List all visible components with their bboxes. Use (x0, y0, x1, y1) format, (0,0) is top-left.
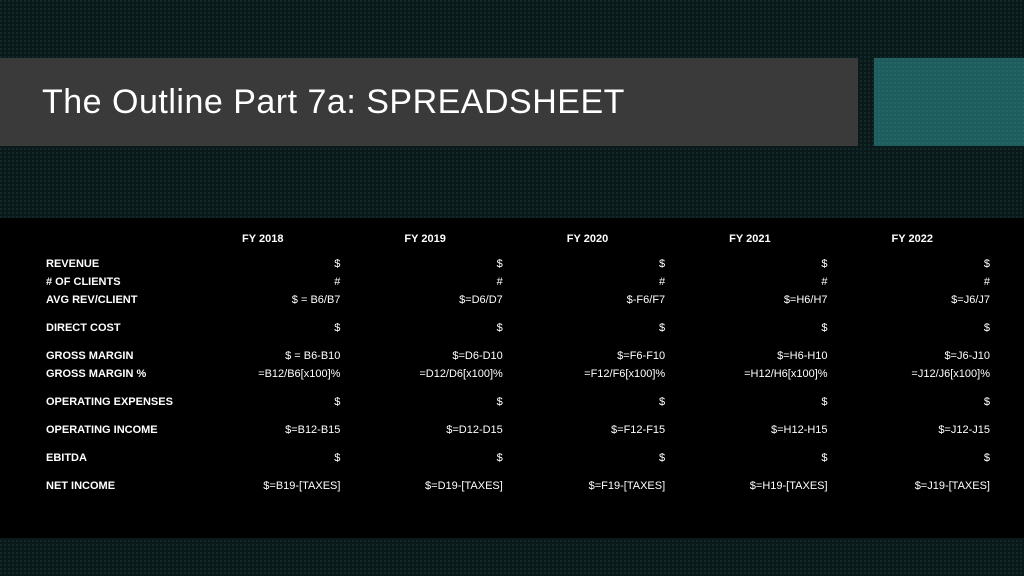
cell-value: $ (344, 319, 506, 337)
data-row: OPERATING EXPENSES$$$$$ (42, 393, 994, 411)
year-header: FY 2020 (507, 230, 669, 255)
row-label: NET INCOME (42, 477, 182, 495)
gap-row (42, 411, 994, 421)
row-label: GROSS MARGIN % (42, 365, 182, 383)
cell-value: $=J6-J10 (832, 347, 994, 365)
gap-row (42, 467, 994, 477)
cell-value: $ (182, 319, 344, 337)
cell-value: $ (507, 393, 669, 411)
row-label: DIRECT COST (42, 319, 182, 337)
title-band: The Outline Part 7a: SPREADSHEET (0, 58, 858, 146)
header-row: FY 2018FY 2019FY 2020FY 2021FY 2022 (42, 230, 994, 255)
cell-value: $ (507, 255, 669, 273)
row-label: REVENUE (42, 255, 182, 273)
cell-value: # (344, 273, 506, 291)
cell-value: $ (507, 449, 669, 467)
data-row: DIRECT COST$$$$$ (42, 319, 994, 337)
cell-value: $ (669, 449, 831, 467)
cell-value: $-F6/F7 (507, 291, 669, 309)
cell-value: $ (832, 393, 994, 411)
cell-value: $=J6/J7 (832, 291, 994, 309)
cell-value: $ (669, 255, 831, 273)
row-label: EBITDA (42, 449, 182, 467)
cell-value: $=D6-D10 (344, 347, 506, 365)
cell-value: =D12/D6[x100]% (344, 365, 506, 383)
accent-block (874, 58, 1024, 146)
cell-value: $ (832, 449, 994, 467)
cell-value: $=H12-H15 (669, 421, 831, 439)
data-row: REVENUE$$$$$ (42, 255, 994, 273)
cell-value: $=D12-D15 (344, 421, 506, 439)
cell-value: $=F6-F10 (507, 347, 669, 365)
gap-row (42, 309, 994, 319)
gap-row (42, 383, 994, 393)
cell-value: $=H19-[TAXES] (669, 477, 831, 495)
cell-value: $=J12-J15 (832, 421, 994, 439)
cell-value: $=D19-[TAXES] (344, 477, 506, 495)
cell-value: $ (182, 255, 344, 273)
cell-value: # (182, 273, 344, 291)
cell-value: $ (507, 319, 669, 337)
cell-value: $ (344, 449, 506, 467)
cell-value: $ (669, 319, 831, 337)
header-blank (42, 230, 182, 255)
spreadsheet-panel: FY 2018FY 2019FY 2020FY 2021FY 2022REVEN… (0, 218, 1024, 538)
row-label: OPERATING INCOME (42, 421, 182, 439)
cell-value: # (832, 273, 994, 291)
cell-value: =B12/B6[x100]% (182, 365, 344, 383)
cell-value: $=B19-[TAXES] (182, 477, 344, 495)
cell-value: $ (669, 393, 831, 411)
cell-value: =J12/J6[x100]% (832, 365, 994, 383)
row-label: GROSS MARGIN (42, 347, 182, 365)
cell-value: $=H6-H10 (669, 347, 831, 365)
cell-value: =H12/H6[x100]% (669, 365, 831, 383)
data-row: GROSS MARGIN %=B12/B6[x100]%=D12/D6[x100… (42, 365, 994, 383)
cell-value: $ (344, 255, 506, 273)
year-header: FY 2022 (832, 230, 994, 255)
data-row: EBITDA$$$$$ (42, 449, 994, 467)
data-row: OPERATING INCOME$=B12-B15$=D12-D15$=F12-… (42, 421, 994, 439)
cell-value: $ (832, 319, 994, 337)
cell-value: $=D6/D7 (344, 291, 506, 309)
cell-value: $ = B6-B10 (182, 347, 344, 365)
cell-value: $=F19-[TAXES] (507, 477, 669, 495)
spreadsheet-table: FY 2018FY 2019FY 2020FY 2021FY 2022REVEN… (42, 230, 994, 495)
data-row: GROSS MARGIN$ = B6-B10$=D6-D10$=F6-F10$=… (42, 347, 994, 365)
data-row: # OF CLIENTS##### (42, 273, 994, 291)
cell-value: # (669, 273, 831, 291)
data-row: NET INCOME$=B19-[TAXES]$=D19-[TAXES]$=F1… (42, 477, 994, 495)
cell-value: $ (344, 393, 506, 411)
cell-value: # (507, 273, 669, 291)
gap-row (42, 439, 994, 449)
cell-value: $ (832, 255, 994, 273)
cell-value: =F12/F6[x100]% (507, 365, 669, 383)
row-label: OPERATING EXPENSES (42, 393, 182, 411)
year-header: FY 2019 (344, 230, 506, 255)
cell-value: $=H6/H7 (669, 291, 831, 309)
row-label: AVG REV/CLIENT (42, 291, 182, 309)
year-header: FY 2018 (182, 230, 344, 255)
cell-value: $ (182, 449, 344, 467)
cell-value: $ (182, 393, 344, 411)
page-title: The Outline Part 7a: SPREADSHEET (42, 83, 625, 122)
year-header: FY 2021 (669, 230, 831, 255)
cell-value: $=B12-B15 (182, 421, 344, 439)
cell-value: $=J19-[TAXES] (832, 477, 994, 495)
gap-row (42, 337, 994, 347)
row-label: # OF CLIENTS (42, 273, 182, 291)
cell-value: $=F12-F15 (507, 421, 669, 439)
data-row: AVG REV/CLIENT$ = B6/B7$=D6/D7$-F6/F7$=H… (42, 291, 994, 309)
cell-value: $ = B6/B7 (182, 291, 344, 309)
